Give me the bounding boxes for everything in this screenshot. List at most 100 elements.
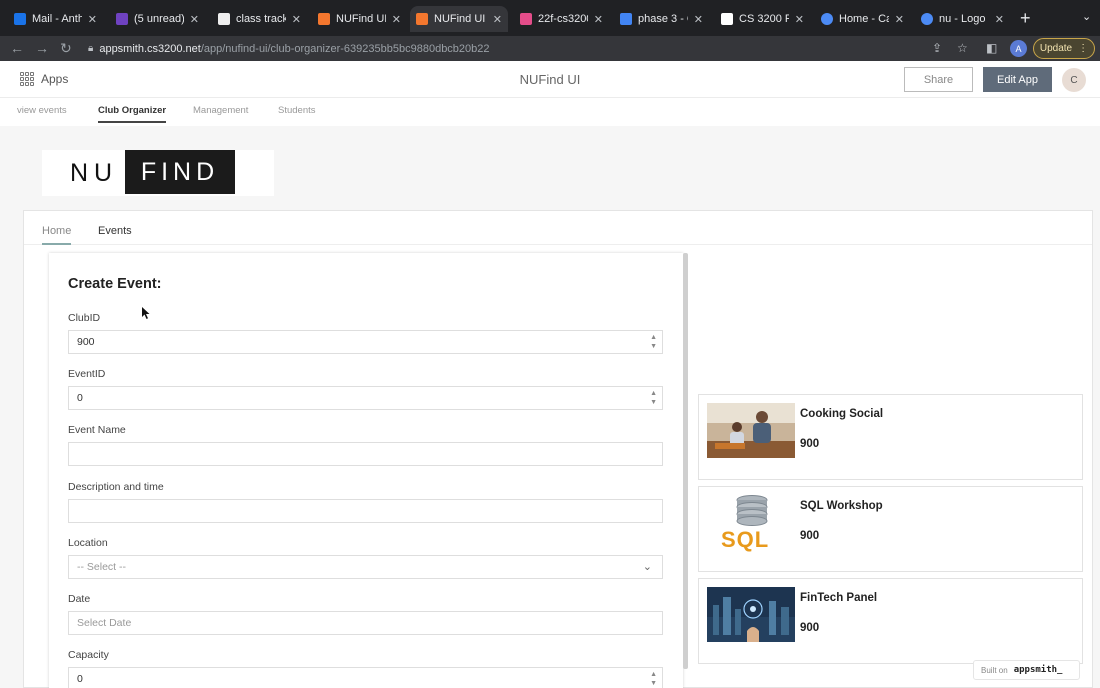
tab-label: phase 3 - G (638, 13, 688, 25)
tab-favicon (116, 13, 128, 25)
event-id-value: 0 (77, 392, 83, 404)
event-club-id: 900 (800, 438, 820, 450)
tab-label: NUFind UI (434, 13, 486, 25)
tab-favicon (416, 13, 428, 25)
form-scrollbar[interactable] (683, 253, 688, 669)
lock-icon: 🔒︎ (88, 43, 94, 54)
logo-text-left: NU (70, 159, 119, 187)
page-tab-students[interactable]: Students (278, 105, 316, 121)
number-stepper-icon[interactable]: ▲ ▼ (650, 670, 657, 688)
tab-favicon (821, 13, 833, 25)
tab-favicon (318, 13, 330, 25)
event-name: Cooking Social (800, 408, 884, 420)
back-arrow-icon[interactable]: ← (10, 40, 24, 56)
reload-icon[interactable]: ↻ (60, 40, 72, 56)
page-tab-club-organizer[interactable]: Club Organizer (98, 105, 167, 123)
capacity-label: Capacity (68, 649, 109, 661)
number-stepper-icon[interactable]: ▲ ▼ (650, 389, 657, 407)
event-card[interactable]: SQL SQL Workshop 900 (698, 486, 1083, 572)
event-name-input[interactable] (68, 442, 663, 466)
user-avatar[interactable]: C (1062, 68, 1086, 92)
browser-tab[interactable]: CS 3200 Fa ✕ (715, 6, 810, 32)
club-id-input[interactable]: 900 ▲ ▼ (68, 330, 663, 354)
url-field[interactable]: 🔒︎ appsmith.cs3200.net/app/nufind-ui/clu… (88, 39, 918, 58)
tab-events[interactable]: Events (98, 225, 132, 243)
sql-logo-image: SQL (707, 495, 795, 552)
close-icon[interactable]: ✕ (88, 13, 97, 26)
page-tab-view-events[interactable]: view events (17, 105, 67, 121)
event-name-label: Event Name (68, 424, 126, 436)
tab-label: NUFind UI (336, 13, 386, 25)
tab-label: class tracki (236, 13, 286, 25)
browser-tab[interactable]: Home - Car ✕ (815, 6, 910, 32)
close-icon[interactable]: ✕ (895, 13, 904, 26)
chevron-down-icon[interactable]: ⌄ (1082, 10, 1091, 23)
event-club-id: 900 (800, 622, 820, 634)
share-page-icon[interactable]: ⇪ (932, 41, 942, 55)
tab-label: Home - Car (839, 13, 889, 25)
sql-logo-text: SQL (721, 527, 770, 552)
club-id-value: 900 (77, 336, 95, 348)
event-id-label: EventID (68, 368, 106, 380)
update-button[interactable]: Update ⋮ (1033, 38, 1095, 59)
number-stepper-icon[interactable]: ▲ ▼ (650, 333, 657, 351)
forward-arrow-icon[interactable]: → (35, 40, 49, 56)
side-panel-icon[interactable]: ◧ (986, 41, 997, 55)
tab-label: 22f-cs3200 (538, 13, 588, 25)
tab-label: nu - Logo (939, 13, 986, 25)
url-host: appsmith.cs3200.net (99, 42, 201, 55)
browser-tab[interactable]: nu - Logo ✕ (915, 6, 1010, 32)
fintech-photo-image (707, 587, 795, 642)
new-tab-plus-icon[interactable]: + (1020, 8, 1031, 28)
profile-avatar[interactable]: A (1010, 40, 1027, 57)
event-club-id: 900 (800, 530, 820, 542)
close-icon[interactable]: ✕ (795, 13, 804, 26)
built-on-label: Built on (981, 665, 1008, 675)
form-title: Create Event: (68, 276, 162, 292)
browser-tab-active[interactable]: NUFind UI ✕ (410, 6, 508, 32)
nufind-logo: NU FIND (42, 150, 274, 196)
browser-tab[interactable]: phase 3 - G ✕ (614, 6, 709, 32)
event-name: SQL Workshop (800, 500, 883, 512)
mouse-cursor-icon (142, 307, 150, 319)
capacity-input[interactable]: 0 ▲ ▼ (68, 667, 663, 688)
tab-home[interactable]: Home (42, 225, 72, 245)
location-select[interactable]: -- Select -- ⌄ (68, 555, 663, 579)
share-button[interactable]: Share (904, 67, 973, 92)
built-on-appsmith-badge[interactable]: Built on appsmith_ (973, 660, 1080, 680)
description-input[interactable] (68, 499, 663, 523)
close-icon[interactable]: ✕ (493, 13, 502, 26)
event-id-input[interactable]: 0 ▲ ▼ (68, 386, 663, 410)
tab-favicon (921, 13, 933, 25)
chevron-down-icon: ⌄ (642, 561, 652, 573)
location-placeholder: -- Select -- (77, 561, 127, 573)
page-navigation: view events Club Organizer Management St… (0, 98, 1100, 126)
tab-favicon (14, 13, 26, 25)
event-card[interactable]: Cooking Social 900 (698, 394, 1083, 480)
event-card[interactable]: FinTech Panel 900 (698, 578, 1083, 664)
update-label: Update (1039, 43, 1073, 54)
url-path: /app/nufind-ui/club-organizer-639235bb5b… (200, 42, 490, 55)
browser-address-bar: ← → ↻ 🔒︎ appsmith.cs3200.net/app/nufind-… (0, 36, 1100, 61)
close-icon[interactable]: ✕ (594, 13, 603, 26)
browser-tab[interactable]: NUFind UI ✕ (312, 6, 407, 32)
date-picker[interactable]: Select Date (68, 611, 663, 635)
close-icon[interactable]: ✕ (292, 13, 301, 26)
browser-tab[interactable]: 22f-cs3200 ✕ (514, 6, 609, 32)
bookmark-star-icon[interactable]: ☆ (957, 41, 968, 55)
description-label: Description and time (68, 481, 164, 493)
close-icon[interactable]: ✕ (392, 13, 401, 26)
browser-tab[interactable]: class tracki ✕ (212, 6, 307, 32)
browser-tab[interactable]: (5 unread) ✕ (110, 6, 205, 32)
date-label: Date (68, 593, 91, 605)
browser-tab[interactable]: Mail - Anth ✕ (8, 6, 103, 32)
close-icon[interactable]: ✕ (190, 13, 199, 26)
browser-tab-bar: Mail - Anth ✕ (5 unread) ✕ class tracki … (0, 0, 1100, 36)
club-id-label: ClubID (68, 312, 101, 324)
date-placeholder: Select Date (77, 617, 132, 629)
page-tab-management[interactable]: Management (193, 105, 248, 121)
edit-app-button[interactable]: Edit App (983, 67, 1052, 92)
location-label: Location (68, 537, 108, 549)
close-icon[interactable]: ✕ (694, 13, 703, 26)
close-icon[interactable]: ✕ (995, 13, 1004, 26)
